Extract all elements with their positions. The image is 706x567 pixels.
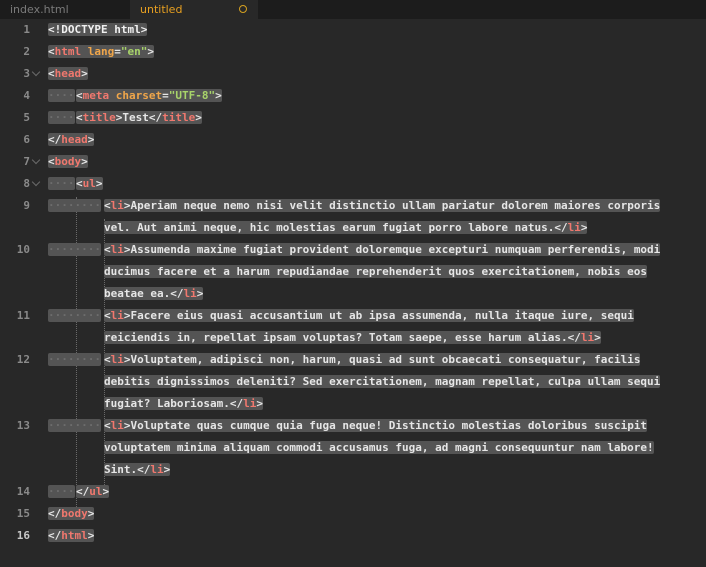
code-line: <!DOCTYPE html>	[48, 23, 148, 36]
code-line: <li>Voluptatem, adipisci non, harum, qua…	[104, 353, 641, 366]
line-number: 7	[23, 155, 30, 168]
line-number: 16	[16, 529, 30, 542]
code-editor[interactable]: 1 2 3 4 5 6 7 8 9 10 11 12 13 14 15 16 <…	[0, 19, 706, 567]
line-number: 10	[16, 243, 30, 256]
code-line: <li>Assumenda maxime fugiat provident do…	[104, 243, 661, 256]
line-number: 4	[23, 89, 30, 102]
code-line: <ul>	[76, 177, 103, 190]
tab-bar: index.html untitled	[0, 0, 706, 19]
code-line-wrap: reiciendis in, repellat ipsam voluptas? …	[104, 331, 601, 344]
code-line: <body>	[48, 155, 88, 168]
code-line-wrap: debitis dignissimos deleniti? Sed exerci…	[104, 375, 661, 388]
fold-chevron-icon[interactable]	[31, 155, 41, 165]
unsaved-indicator-icon[interactable]	[239, 5, 247, 13]
code-line: <title>Test</title>	[76, 111, 202, 124]
code-line-wrap: ducimus facere et a harum repudiandae re…	[104, 265, 648, 278]
code-line: </head>	[48, 133, 95, 146]
code-line: </html>	[48, 529, 95, 542]
tab-untitled[interactable]: untitled	[130, 0, 258, 19]
code-line: <meta charset="UTF-8">	[76, 89, 222, 102]
code-line-wrap: fugiat? Laboriosam.</li>	[104, 397, 263, 410]
line-number: 2	[23, 45, 30, 58]
code-line: </ul>	[76, 485, 110, 498]
code-line-wrap: voluptatem minima aliquam commodi accusa…	[104, 441, 654, 454]
code-line-wrap: vel. Aut animi neque, hic molestias earu…	[104, 221, 588, 234]
code-line: <html lang="en">	[48, 45, 154, 58]
code-line-wrap: Sint.</li>	[104, 463, 171, 476]
line-number: 12	[16, 353, 30, 366]
code-line: </body>	[48, 507, 95, 520]
tab-label: untitled	[140, 3, 183, 16]
code-line: <head>	[48, 67, 88, 80]
fold-chevron-icon[interactable]	[31, 67, 41, 77]
line-number-gutter: 1 2 3 4 5 6 7 8 9 10 11 12 13 14 15 16	[0, 19, 48, 567]
line-number: 1	[23, 23, 30, 36]
tab-label: index.html	[10, 3, 69, 16]
code-line: <li>Voluptate quas cumque quia fuga nequ…	[104, 419, 648, 432]
line-number: 8	[23, 177, 30, 190]
fold-chevron-icon[interactable]	[31, 177, 41, 187]
line-number: 15	[16, 507, 30, 520]
tab-index-html[interactable]: index.html	[0, 0, 130, 19]
line-number: 11	[16, 309, 30, 322]
code-line: <li>Facere eius quasi accusantium ut ab …	[104, 309, 634, 322]
line-number: 3	[23, 67, 30, 80]
line-number: 14	[16, 485, 30, 498]
code-line: <li>Aperiam neque nemo nisi velit distin…	[104, 199, 661, 212]
line-number: 6	[23, 133, 30, 146]
line-number: 5	[23, 111, 30, 124]
line-number: 13	[16, 419, 30, 432]
code-line-wrap: beatae ea.</li>	[104, 287, 204, 300]
line-number: 9	[23, 199, 30, 212]
